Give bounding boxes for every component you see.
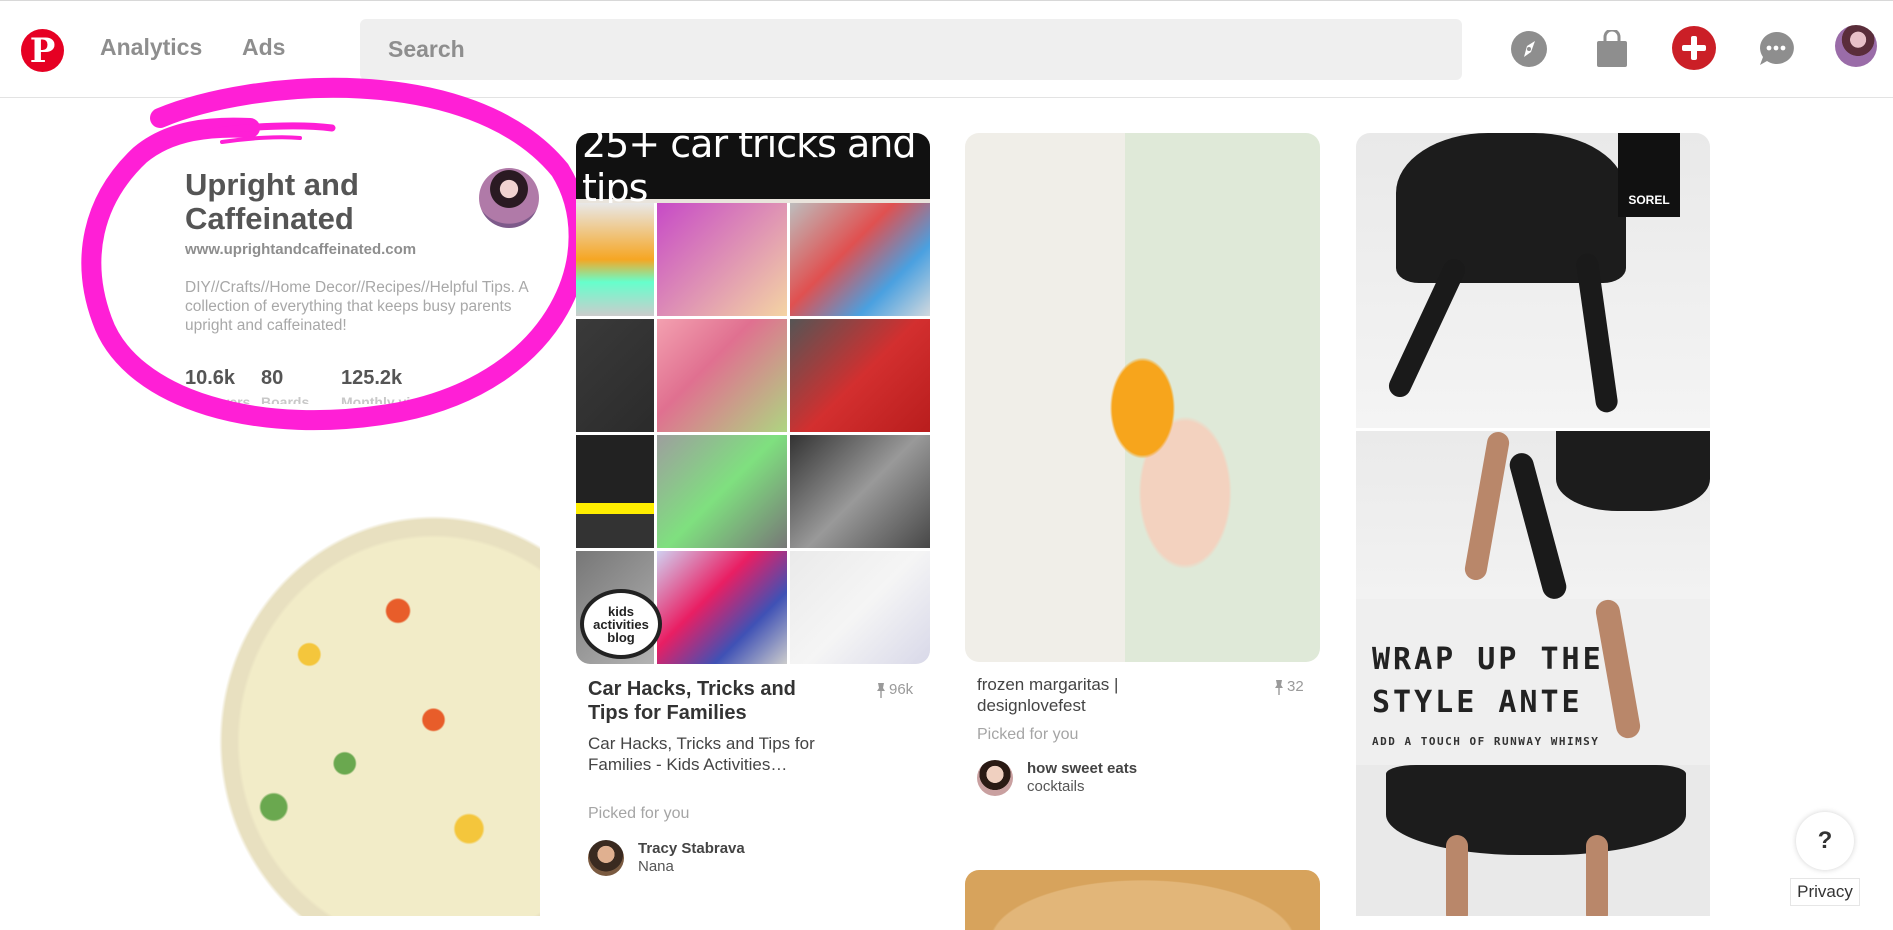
sorel-logo: SOREL bbox=[1618, 133, 1680, 217]
stat-monthly-viewers[interactable]: 125.2k Monthly viewers bbox=[341, 367, 461, 404]
kids-activities-badge: kids activities blog bbox=[580, 589, 662, 659]
user-avatar[interactable] bbox=[1835, 25, 1877, 67]
pinner-board: Nana bbox=[638, 858, 674, 875]
ad-headline: WRAP UP THE STYLE ANTE bbox=[1372, 638, 1604, 724]
compass-icon[interactable] bbox=[1508, 28, 1550, 70]
profile-bio: DIY//Crafts//Home Decor//Recipes//Helpfu… bbox=[185, 279, 528, 334]
shopping-bag-icon[interactable] bbox=[1591, 28, 1633, 70]
stat-label: Followers bbox=[185, 394, 251, 404]
pushpin-icon bbox=[1275, 679, 1283, 695]
pin-image-car-tricks[interactable]: 25+ car tricks and tips kids activities … bbox=[576, 133, 930, 664]
nav-ads-link[interactable]: Ads bbox=[242, 34, 285, 61]
pin-title[interactable]: Car Hacks, Tricks and Tips for Families bbox=[588, 677, 828, 725]
stat-label: Monthly viewers bbox=[341, 394, 450, 404]
pin-image-frozen-margarita[interactable] bbox=[965, 133, 1320, 662]
pinner-avatar bbox=[977, 760, 1013, 796]
stat-value: 10.6k bbox=[185, 367, 236, 389]
pinterest-logo-icon[interactable]: P bbox=[21, 29, 64, 72]
pin-description: Car Hacks, Tricks and Tips for Families … bbox=[588, 734, 815, 774]
picked-for-you-label: Picked for you bbox=[977, 726, 1079, 743]
pinner-name: Tracy Stabrava bbox=[638, 840, 745, 857]
pushpin-icon bbox=[877, 682, 885, 698]
ad-panel bbox=[1356, 430, 1710, 602]
pinner-name: how sweet eats bbox=[1027, 760, 1138, 777]
profile-url-link[interactable]: www.uprightandcaffeinated.com bbox=[185, 241, 545, 258]
pinner-info[interactable]: Tracy Stabrava Nana bbox=[588, 840, 745, 876]
stat-value: 80 bbox=[261, 367, 284, 389]
stat-boards[interactable]: 80 Boards bbox=[261, 367, 341, 404]
ad-subline: ADD A TOUCH OF RUNWAY WHIMSY bbox=[1372, 735, 1600, 748]
pin-save-count: 96k bbox=[876, 681, 913, 698]
pin-image-heading: 25+ car tricks and tips bbox=[576, 133, 930, 210]
pinner-board: cocktails bbox=[1027, 778, 1085, 795]
create-plus-icon[interactable] bbox=[1672, 26, 1716, 70]
ad-panel bbox=[1356, 765, 1710, 916]
help-button[interactable]: ? bbox=[1796, 812, 1854, 870]
ad-headline-line-1: WRAP UP THE bbox=[1372, 642, 1604, 677]
search-input[interactable] bbox=[360, 19, 1462, 80]
picked-for-you-label: Picked for you bbox=[588, 805, 690, 822]
pin-image-soup[interactable] bbox=[185, 480, 540, 916]
pin-title[interactable]: frozen margaritas | designlovefest bbox=[977, 674, 1177, 716]
chat-icon[interactable] bbox=[1755, 28, 1797, 70]
top-navigation-bar: P Analytics Ads bbox=[0, 0, 1893, 98]
stat-label: Boards bbox=[261, 394, 310, 404]
profile-avatar[interactable] bbox=[479, 168, 539, 228]
pin-image-cookie[interactable] bbox=[965, 870, 1320, 930]
privacy-link[interactable]: Privacy bbox=[1790, 878, 1860, 906]
pinner-avatar bbox=[588, 840, 624, 876]
stat-value: 125.2k bbox=[341, 367, 403, 389]
pin-save-count-value: 32 bbox=[1287, 678, 1304, 695]
ad-headline-line-2: STYLE ANTE bbox=[1372, 685, 1583, 720]
pin-save-count: 32 bbox=[1274, 678, 1304, 695]
pin-save-count-value: 96k bbox=[889, 681, 914, 698]
nav-analytics-link[interactable]: Analytics bbox=[100, 34, 202, 61]
stat-followers[interactable]: 10.6k Followers bbox=[185, 367, 265, 404]
pinner-info[interactable]: how sweet eats cocktails bbox=[977, 760, 1137, 796]
profile-name[interactable]: Upright and Caffeinated bbox=[185, 168, 415, 236]
pin-image-sorel-ad[interactable]: SOREL WRAP UP THE STYLE ANTE ADD A TOUCH… bbox=[1356, 133, 1710, 916]
